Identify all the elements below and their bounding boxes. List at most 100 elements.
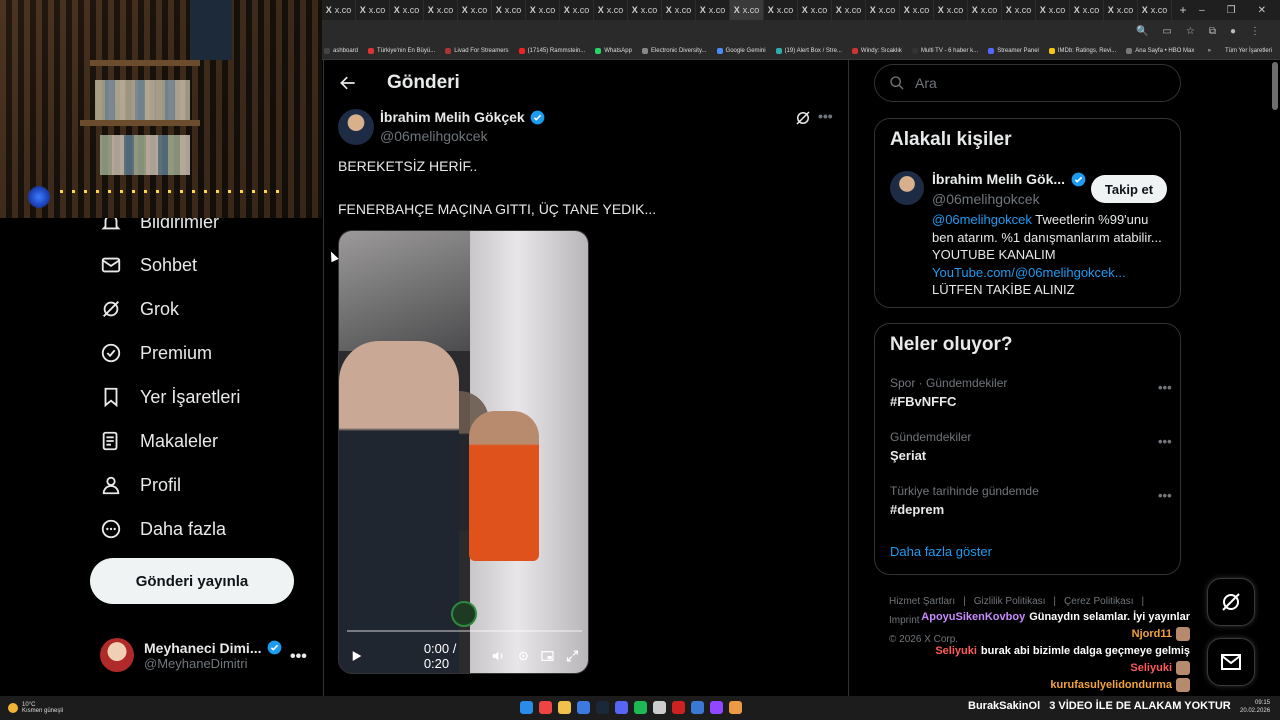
fullscreen-icon[interactable] xyxy=(565,648,580,664)
close-icon[interactable]: ✕ xyxy=(1258,5,1266,16)
browser-tab[interactable]: Xx.co xyxy=(1036,0,1070,20)
trend-more-icon[interactable]: ••• xyxy=(1158,380,1172,395)
cast-icon[interactable]: ▭ xyxy=(1162,26,1171,37)
bookmark-item[interactable]: IMDb: Ratings, Revi... xyxy=(1048,47,1116,54)
avatar[interactable] xyxy=(338,109,374,145)
trend-item[interactable]: Spor · Gündemdekiler #FBvNFFC xyxy=(890,376,1007,409)
windows-start-icon[interactable] xyxy=(520,701,533,714)
weather-widget[interactable]: 10°C Kısmen güneşli xyxy=(0,702,200,714)
search-input[interactable]: Ara xyxy=(874,64,1181,102)
app-icon[interactable] xyxy=(729,701,742,714)
browser-tab[interactable]: Xx.co xyxy=(424,0,458,20)
author-handle[interactable]: @06melihgokcek xyxy=(380,128,488,144)
browser-tab[interactable]: Xx.co xyxy=(458,0,492,20)
app-icon[interactable] xyxy=(672,701,685,714)
sidebar-item-6[interactable]: Profil xyxy=(100,474,181,496)
clock[interactable]: 09:15 20.02.2026 xyxy=(1240,699,1270,715)
sidebar-item-1[interactable]: Sohbet xyxy=(100,254,197,276)
account-more-icon[interactable]: ••• xyxy=(290,648,307,666)
trend-more-icon[interactable]: ••• xyxy=(1158,488,1172,503)
browser-tab[interactable]: Xx.co xyxy=(662,0,696,20)
browser-tab[interactable]: Xx.co xyxy=(1104,0,1138,20)
video-player[interactable]: 0:00 / 0:20 xyxy=(338,230,589,674)
browser-tab[interactable]: Xx.co xyxy=(390,0,424,20)
minimize-icon[interactable]: – xyxy=(1199,5,1205,16)
bookmark-item[interactable]: Google Gemini xyxy=(716,47,766,54)
grok-fab[interactable] xyxy=(1207,578,1255,626)
bookmark-item[interactable]: ashboard xyxy=(324,47,358,54)
scrollbar[interactable] xyxy=(1272,62,1278,110)
browser-tab[interactable]: Xx.co xyxy=(1070,0,1104,20)
footer-link[interactable]: Gizlilik Politikası xyxy=(974,596,1046,607)
browser-tab[interactable]: Xx.co xyxy=(560,0,594,20)
bookmark-item[interactable]: Windy: Sıcaklık xyxy=(851,47,902,54)
app-icon[interactable] xyxy=(653,701,666,714)
browser-tab[interactable]: Xx.co xyxy=(900,0,934,20)
browser-tab[interactable]: Xx.co xyxy=(968,0,1002,20)
bookmark-item[interactable]: Türkiye'nin En Büyü... xyxy=(368,47,435,54)
browser-tab[interactable]: Xx.co xyxy=(526,0,560,20)
account-switcher[interactable]: Meyhaneci Dimi... @MeyhaneDimitri xyxy=(100,638,282,672)
bookmark-item[interactable]: Multi TV - 6 haber k... xyxy=(911,47,978,54)
sidebar-item-2[interactable]: Grok xyxy=(100,298,179,320)
settings-icon[interactable] xyxy=(516,648,531,664)
menu-icon[interactable]: ⋮ xyxy=(1250,26,1260,37)
extensions-icon[interactable]: ⧉ xyxy=(1209,26,1216,37)
chrome-icon[interactable] xyxy=(539,701,552,714)
show-more-link[interactable]: Daha fazla göster xyxy=(890,544,992,559)
sidebar-item-7[interactable]: Daha fazla xyxy=(100,518,226,540)
browser-tab[interactable]: Xx.co xyxy=(1138,0,1172,20)
star-icon[interactable]: ☆ xyxy=(1186,26,1195,37)
app-icon[interactable] xyxy=(691,701,704,714)
browser-tab[interactable]: Xx.co xyxy=(322,0,356,20)
browser-tab[interactable]: Xx.co xyxy=(798,0,832,20)
browser-tab[interactable]: Xx.co xyxy=(1002,0,1036,20)
browser-tab[interactable]: Xx.co xyxy=(764,0,798,20)
browser-tab[interactable]: Xx.co xyxy=(730,0,764,20)
bookmarks-more-button[interactable]: » xyxy=(1208,48,1211,54)
spotify-icon[interactable] xyxy=(634,701,647,714)
browser-tab[interactable]: Xx.co xyxy=(866,0,900,20)
browser-tab[interactable]: Xx.co xyxy=(492,0,526,20)
browser-tab[interactable]: Xx.co xyxy=(832,0,866,20)
bookmark-item[interactable]: (17145) Rammstein... xyxy=(518,47,585,54)
grok-icon[interactable] xyxy=(794,109,812,127)
new-tab-button[interactable]: + xyxy=(1172,3,1194,17)
trend-item[interactable]: Türkiye tarihinde gündemde #deprem xyxy=(890,484,1039,517)
follow-button[interactable]: Takip et xyxy=(1091,175,1167,203)
bio-mention-link[interactable]: @06melihgokcek xyxy=(932,212,1032,227)
post-button[interactable]: Gönderi yayınla xyxy=(90,558,294,604)
bookmark-item[interactable]: (19) Alert Box / Stre... xyxy=(775,47,842,54)
maximize-icon[interactable]: ❐ xyxy=(1227,5,1236,16)
trend-item[interactable]: Gündemdekiler Şeriat xyxy=(890,430,971,463)
browser-tab[interactable]: Xx.co xyxy=(696,0,730,20)
all-bookmarks-button[interactable]: Tüm Yer İşaretleri xyxy=(1225,48,1272,54)
trend-more-icon[interactable]: ••• xyxy=(1158,434,1172,449)
bookmark-item[interactable]: Livad For Streamers xyxy=(445,47,509,54)
sidebar-item-5[interactable]: Makaleler xyxy=(100,430,218,452)
footer-link[interactable]: Çerez Politikası xyxy=(1064,596,1133,607)
sidebar-item-3[interactable]: Premium xyxy=(100,342,212,364)
play-icon[interactable] xyxy=(349,648,364,664)
avatar[interactable] xyxy=(890,171,924,205)
bookmark-item[interactable]: Streamer Panel xyxy=(988,47,1039,54)
person-name[interactable]: İbrahim Melih Gök... xyxy=(932,171,1065,187)
bookmark-item[interactable]: WhatsApp xyxy=(595,47,632,54)
messages-fab[interactable] xyxy=(1207,638,1255,686)
back-arrow-icon[interactable] xyxy=(338,73,358,93)
author-name[interactable]: İbrahim Melih Gökçek xyxy=(380,109,525,125)
store-icon[interactable] xyxy=(577,701,590,714)
browser-tab[interactable]: Xx.co xyxy=(934,0,968,20)
browser-tab[interactable]: Xx.co xyxy=(356,0,390,20)
profile-icon[interactable]: ● xyxy=(1230,26,1236,37)
tweet-more-icon[interactable]: ••• xyxy=(818,108,833,124)
sidebar-item-4[interactable]: Yer İşaretleri xyxy=(100,386,240,408)
bio-youtube-link[interactable]: YouTube.com/@06melihgokcek... xyxy=(932,265,1126,280)
volume-icon[interactable] xyxy=(491,648,506,664)
bookmark-item[interactable]: Ana Sayfa • HBO Max xyxy=(1126,47,1194,54)
discord-icon[interactable] xyxy=(615,701,628,714)
person-handle[interactable]: @06melihgokcek xyxy=(932,191,1040,207)
folder-icon[interactable] xyxy=(558,701,571,714)
zoom-icon[interactable]: 🔍 xyxy=(1136,26,1148,37)
footer-link[interactable]: Hizmet Şartları xyxy=(889,596,955,607)
